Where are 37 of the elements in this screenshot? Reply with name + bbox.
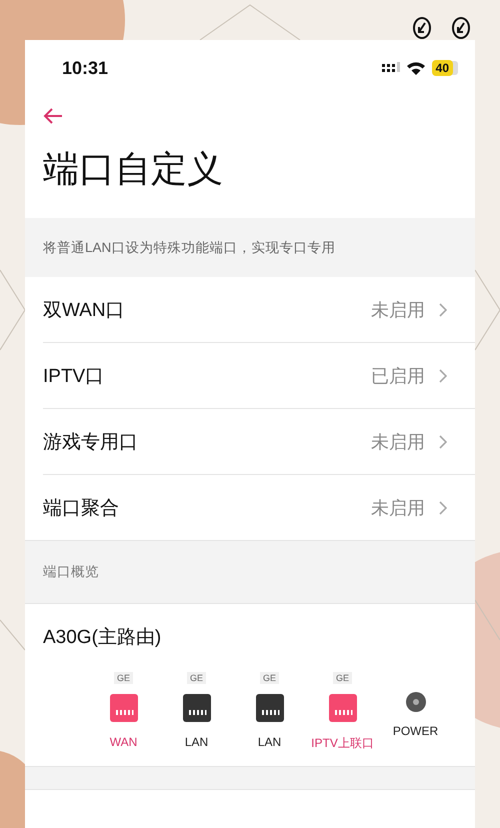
battery-level: 40 <box>432 60 453 76</box>
row-label: 双WAN口 <box>43 298 125 322</box>
chevron-icon <box>439 302 447 316</box>
port-label: WAN <box>110 735 138 749</box>
port-badge: GE <box>114 672 133 684</box>
row-label: 游戏专用口 <box>43 430 138 454</box>
settings-row[interactable]: 端口聚合 未启用 <box>43 475 475 540</box>
port-label: LAN <box>184 735 208 749</box>
row-value: 未启用 <box>371 496 425 520</box>
settings-row[interactable]: 游戏专用口 未启用 <box>43 409 475 475</box>
clock-time: 10:31 <box>62 58 108 78</box>
row-value: 未启用 <box>371 430 425 454</box>
port-label: IPTV上联口 <box>311 735 374 752</box>
chevron-icon <box>439 368 447 382</box>
description-text: 将普通LAN口设为特殊功能端口，实现专口专用 <box>43 238 336 256</box>
port-label: LAN <box>258 735 282 749</box>
port-badge: GE <box>332 672 352 684</box>
power-port-icon <box>406 692 426 712</box>
port-badge: GE <box>260 672 279 684</box>
page-title: 端口自定义 <box>43 147 224 191</box>
signal-icon <box>382 62 400 74</box>
port-label: POWER <box>392 724 438 738</box>
section-title: 端口概览 <box>43 563 99 581</box>
device-name: A30G(主路由) <box>43 626 162 650</box>
chevron-icon <box>439 500 447 514</box>
back-button[interactable] <box>43 108 65 126</box>
row-value: 已启用 <box>371 364 425 388</box>
arrow-circle-icon <box>451 16 471 40</box>
wifi-icon <box>406 61 426 75</box>
arrow-circle-icon <box>412 16 432 40</box>
settings-row[interactable]: IPTV口 已启用 <box>43 343 475 409</box>
row-label: 端口聚合 <box>43 496 119 520</box>
row-value: 未启用 <box>371 298 425 322</box>
port-badge: GE <box>186 672 206 684</box>
settings-row[interactable]: 双WAN口 未启用 <box>43 277 475 343</box>
chevron-icon <box>439 434 447 448</box>
row-label: IPTV口 <box>43 364 104 388</box>
